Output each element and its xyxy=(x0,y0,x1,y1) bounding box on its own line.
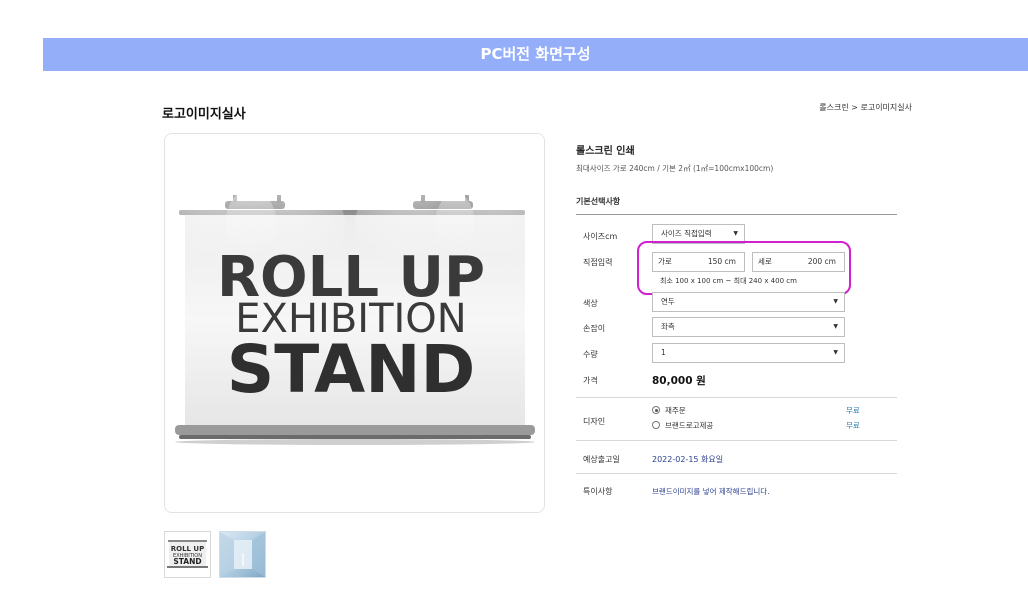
image-text-line3: STAND xyxy=(227,331,476,408)
thumbnail-roll-up-icon: ROLL UP EXHIBITION STAND xyxy=(165,532,210,577)
divider xyxy=(576,397,897,398)
handle-select-value: 좌측 xyxy=(661,322,675,331)
quantity-select[interactable]: 1 ▼ xyxy=(652,343,845,363)
divider xyxy=(576,473,897,474)
handle-label: 손잡이 xyxy=(583,324,606,333)
options-section-title: 기본선택사항 xyxy=(576,197,621,206)
design-option-label: 재주문 xyxy=(665,406,686,415)
divider xyxy=(576,440,897,441)
thumbnail-room-icon xyxy=(220,532,265,577)
quantity-label: 수량 xyxy=(583,350,598,359)
design-option-label: 브랜드로고제공 xyxy=(665,421,714,430)
color-select-value: 연두 xyxy=(661,297,675,306)
chevron-down-icon: ▼ xyxy=(833,323,838,330)
product-name: 롤스크린 인쇄 xyxy=(576,146,635,157)
breadcrumb[interactable]: 롤스크린 > 로고이미지실사 xyxy=(819,102,912,113)
design-radio-reorder[interactable]: 재주문 xyxy=(652,405,686,416)
remarks-label: 특이사항 xyxy=(583,487,613,496)
radio-checked-icon xyxy=(652,406,660,414)
chevron-down-icon: ▼ xyxy=(833,298,838,305)
shipping-date-label: 예상출고일 xyxy=(583,455,620,464)
product-image: ROLL UP EXHIBITION STAND xyxy=(164,133,545,513)
chevron-down-icon: ▼ xyxy=(833,349,838,356)
thumbnail-text-line1: ROLL UP xyxy=(171,545,205,553)
color-label: 색상 xyxy=(583,299,598,308)
remarks-value: 브랜드이미지를 넣어 제작해드립니다. xyxy=(652,487,770,496)
price-value: 80,000 원 xyxy=(652,375,706,387)
roll-up-stand-illustration: ROLL UP EXHIBITION STAND xyxy=(165,134,544,512)
product-description: 최대사이즈 가로 240cm / 기본 2㎡ (1㎡=100cmx100cm) xyxy=(576,164,774,173)
size-select-value: 사이즈 직접입력 xyxy=(661,229,712,238)
thumbnail-roll-up[interactable]: ROLL UP EXHIBITION STAND xyxy=(164,531,211,578)
thumbnail-text-line3: STAND xyxy=(173,557,201,566)
design-label: 디자인 xyxy=(583,417,606,426)
design-radio-brand-logo[interactable]: 브랜드로고제공 xyxy=(652,420,713,431)
radio-unchecked-icon xyxy=(652,421,660,429)
divider xyxy=(576,214,897,215)
size-label: 사이즈cm xyxy=(583,232,618,241)
thumbnail-room[interactable] xyxy=(219,531,266,578)
color-select[interactable]: 연두 ▼ xyxy=(652,292,845,312)
pc-version-banner: PC버전 화면구성 xyxy=(43,38,1028,71)
handle-select[interactable]: 좌측 ▼ xyxy=(652,317,845,337)
shipping-date-value: 2022-02-15 화요일 xyxy=(652,455,724,464)
highlight-annotation xyxy=(637,241,851,295)
quantity-select-value: 1 xyxy=(661,348,666,357)
direct-input-label: 직접입력 xyxy=(583,258,613,267)
free-badge: 무료 xyxy=(846,406,860,415)
free-badge: 무료 xyxy=(846,421,860,430)
page-title: 로고이미지실사 xyxy=(162,107,246,122)
price-label: 가격 xyxy=(583,376,598,385)
